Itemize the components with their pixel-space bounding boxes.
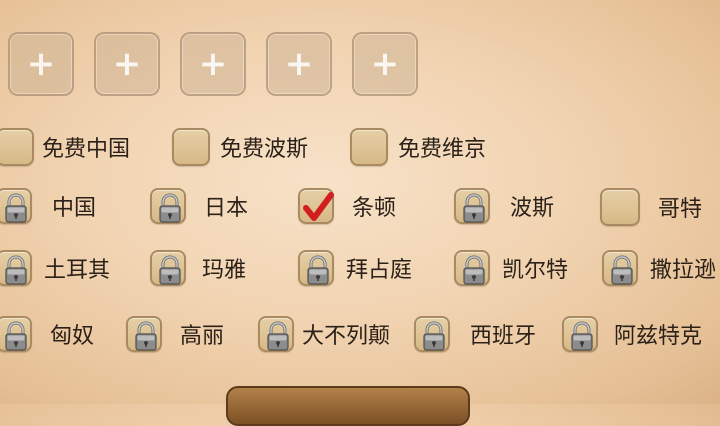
civ-label: 日本: [204, 196, 249, 221]
lock-icon: [126, 316, 162, 352]
lock-icon: [454, 250, 490, 286]
lock-icon: [0, 188, 32, 224]
lock-icon: [258, 316, 294, 352]
civ-label: 条顿: [352, 196, 397, 221]
lock-icon: [150, 188, 186, 224]
civ-label: 阿兹特克: [614, 324, 703, 349]
civ-label: 凯尔特: [502, 258, 569, 283]
lock-icon: [454, 188, 490, 224]
civ-aztecs[interactable]: 阿兹特克: [562, 316, 702, 352]
add-slot-3[interactable]: +: [180, 32, 246, 96]
lock-icon: [150, 250, 186, 286]
confirm-button[interactable]: [226, 386, 470, 426]
civ-saracens[interactable]: 撒拉逊: [602, 250, 716, 286]
plus-icon: +: [26, 44, 56, 84]
free-option-china[interactable]: 免费中国: [0, 128, 130, 166]
lock-icon: [602, 250, 638, 286]
civ-label: 拜占庭: [346, 258, 413, 283]
civ-goths[interactable]: 哥特: [600, 188, 702, 226]
lock-icon: [0, 316, 32, 352]
civ-persians[interactable]: 波斯: [454, 188, 554, 224]
lock-icon: [0, 250, 32, 286]
free-option-viking[interactable]: 免费维京: [350, 128, 486, 166]
civ-teutons[interactable]: 条顿: [298, 188, 396, 224]
civ-label: 匈奴: [50, 324, 95, 349]
free-option-persia[interactable]: 免费波斯: [172, 128, 308, 166]
lock-icon: [562, 316, 598, 352]
checkbox[interactable]: [298, 188, 334, 224]
option-label: 免费波斯: [220, 137, 309, 162]
checkmark-icon: [303, 192, 334, 221]
civ-mayans[interactable]: 玛雅: [150, 250, 246, 286]
civ-label: 西班牙: [470, 324, 537, 349]
civ-label: 哥特: [658, 197, 703, 222]
civ-label: 中国: [52, 196, 97, 221]
option-label: 免费维京: [398, 137, 487, 162]
option-label: 免费中国: [42, 137, 131, 162]
civ-label: 波斯: [510, 196, 555, 221]
add-slot-5[interactable]: +: [352, 32, 418, 96]
add-slot-4[interactable]: +: [266, 32, 332, 96]
plus-icon: +: [198, 44, 228, 84]
checkbox[interactable]: [350, 128, 388, 166]
add-slot-1[interactable]: +: [8, 32, 74, 96]
plus-icon: +: [284, 44, 314, 84]
add-slot-2[interactable]: +: [94, 32, 160, 96]
civ-japan[interactable]: 日本: [150, 188, 248, 224]
lock-icon: [414, 316, 450, 352]
civ-label: 玛雅: [202, 258, 247, 283]
civ-celts[interactable]: 凯尔特: [454, 250, 568, 286]
plus-icon: +: [370, 44, 400, 84]
civ-label: 撒拉逊: [650, 258, 717, 283]
checkbox[interactable]: [0, 128, 34, 166]
lock-icon: [298, 250, 334, 286]
civ-byzantines[interactable]: 拜占庭: [298, 250, 412, 286]
civ-label: 土耳其: [44, 258, 111, 283]
civ-turks[interactable]: 土耳其: [0, 250, 110, 286]
checkbox[interactable]: [600, 188, 640, 226]
civ-label: 高丽: [180, 324, 225, 349]
civ-label: 大不列颠: [302, 324, 391, 349]
civ-china[interactable]: 中国: [0, 188, 96, 224]
civ-koreans[interactable]: 高丽: [126, 316, 224, 352]
plus-icon: +: [112, 44, 142, 84]
checkbox[interactable]: [172, 128, 210, 166]
civ-huns[interactable]: 匈奴: [0, 316, 94, 352]
civ-spanish[interactable]: 西班牙: [414, 316, 536, 352]
civ-britons[interactable]: 大不列颠: [258, 316, 390, 352]
